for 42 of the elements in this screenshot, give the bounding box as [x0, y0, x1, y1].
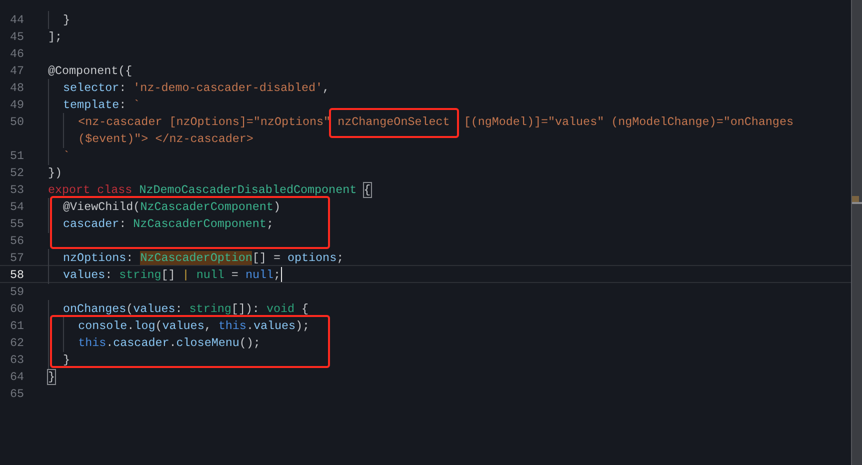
code-line: @Component({	[48, 63, 132, 78]
line-number: 45	[8, 29, 24, 44]
line-number: 48	[8, 80, 24, 95]
code-line: values: string[] | null = null;	[48, 266, 282, 282]
line-number: 44	[8, 12, 24, 27]
line-number: 65	[8, 386, 24, 401]
code-line: ($event)"> </nz-cascader>	[48, 130, 254, 146]
line-number: 55	[8, 216, 24, 231]
scrollbar[interactable]	[851, 0, 862, 465]
line-number: 61	[8, 318, 24, 333]
code-line: })	[48, 165, 62, 180]
line-number: 53	[8, 182, 24, 197]
code-line: export class NzDemoCascaderDisabledComponent {	[48, 182, 371, 197]
line-number: 47	[8, 63, 24, 78]
line-number: 46	[8, 46, 24, 61]
line-number: 49	[8, 97, 24, 112]
line-number: 58	[8, 267, 24, 282]
line-number: 63	[8, 352, 24, 367]
line-number: 56	[8, 233, 24, 248]
code-line: }	[48, 351, 70, 367]
code-line: cascader: NzCascaderComponent;	[48, 215, 274, 231]
line-number: 64	[8, 369, 24, 384]
code-line: nzOptions: NzCascaderOption[] = options;	[48, 249, 344, 265]
line-number: 52	[8, 165, 24, 180]
code-line: console.log(values, this.values);	[48, 317, 310, 333]
code-line: <nz-cascader [nzOptions]="nzOptions" nzChangeOnSelect [(ngModel)]="values" (ngModelChange)="onChanges	[48, 113, 794, 129]
line-number: 57	[8, 250, 24, 265]
code-line: @ViewChild(NzCascaderComponent)	[48, 198, 280, 214]
code-line: ];	[48, 29, 62, 44]
code-line: }	[48, 11, 70, 27]
code-line: selector: 'nz-demo-cascader-disabled',	[48, 79, 330, 95]
code-line: template: `	[48, 96, 140, 112]
code-line: }	[48, 369, 56, 384]
line-number: 62	[8, 335, 24, 350]
line-number: 60	[8, 301, 24, 316]
line-number: 51	[8, 148, 24, 163]
code-line: `	[48, 147, 70, 163]
line-number: 50	[8, 114, 24, 129]
line-number: 59	[8, 284, 24, 299]
code-line: this.cascader.closeMenu();	[48, 334, 260, 350]
line-number: 54	[8, 199, 24, 214]
code-line: onChanges(values: string[]): void {	[48, 300, 309, 316]
